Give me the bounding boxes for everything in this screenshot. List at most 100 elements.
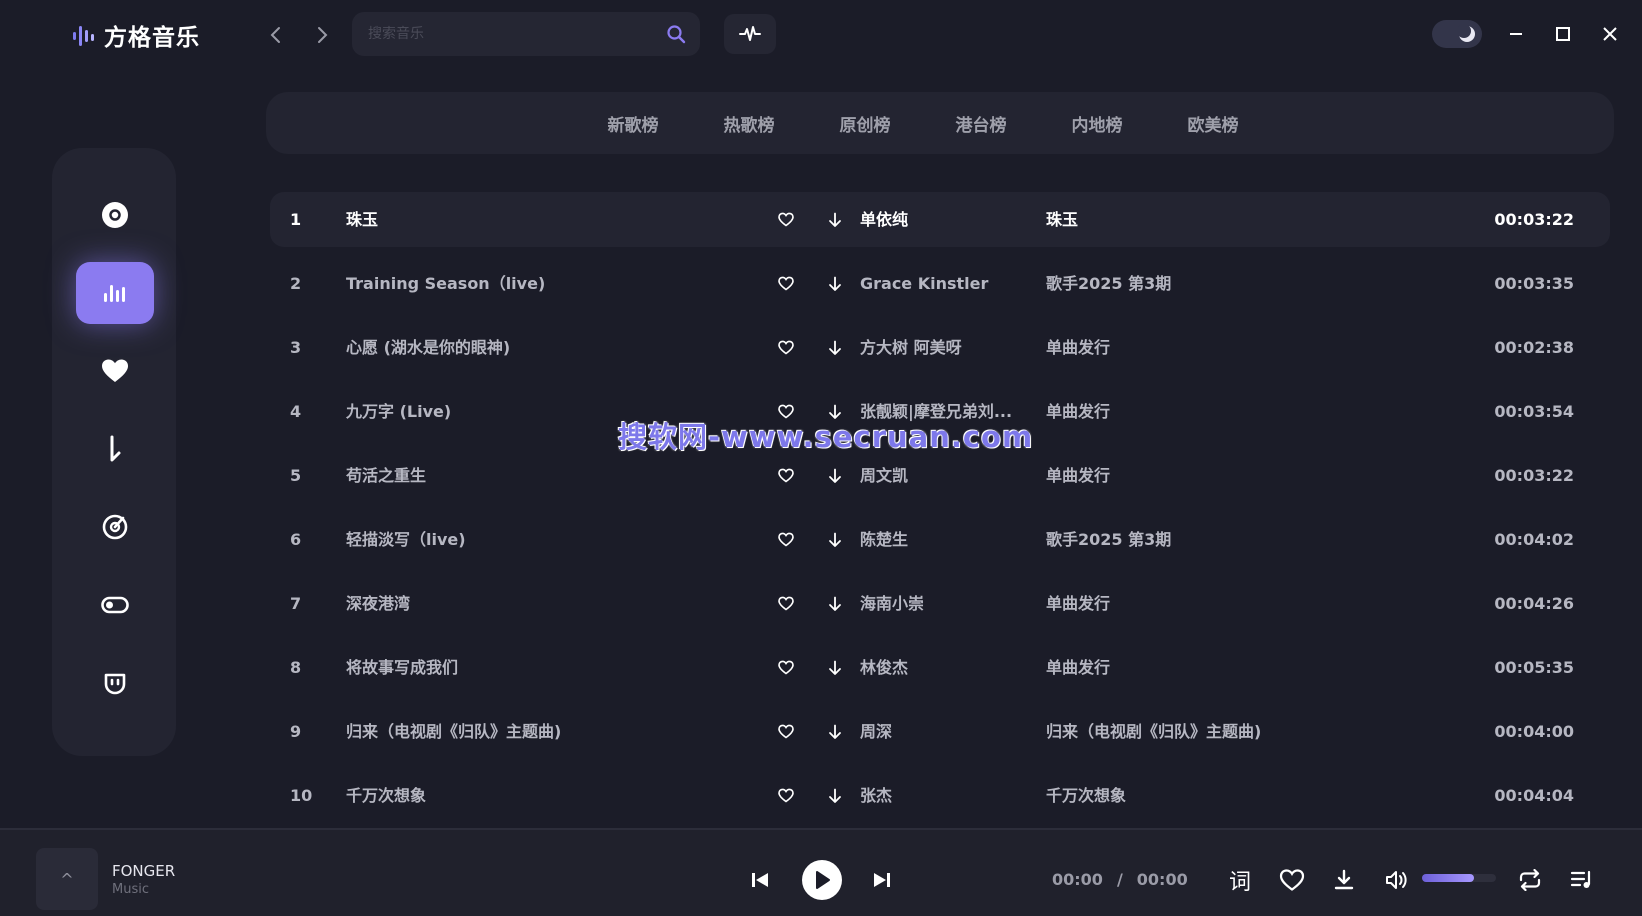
song-album[interactable]: 歌手2025 第3期 bbox=[1046, 256, 1346, 311]
next-button[interactable] bbox=[870, 868, 894, 892]
song-album[interactable]: 单曲发行 bbox=[1046, 384, 1346, 439]
repeat-button[interactable] bbox=[1516, 866, 1544, 894]
toggle-icon bbox=[101, 596, 129, 614]
song-artist[interactable]: 海南小崇 bbox=[860, 576, 1030, 631]
song-like-button[interactable] bbox=[778, 576, 798, 631]
song-artist[interactable]: 林俊杰 bbox=[860, 640, 1030, 695]
forward-button[interactable] bbox=[312, 24, 332, 46]
song-title[interactable]: 珠玉 bbox=[346, 192, 746, 247]
sidebar-item-discover[interactable] bbox=[76, 184, 154, 246]
sidebar-item-favorites[interactable] bbox=[76, 340, 154, 402]
song-like-button[interactable] bbox=[778, 320, 798, 375]
song-download-button[interactable] bbox=[828, 448, 848, 503]
song-artist[interactable]: 张杰 bbox=[860, 768, 1030, 823]
download-button[interactable] bbox=[1330, 866, 1358, 894]
sidebar-item-radar[interactable] bbox=[76, 496, 154, 558]
song-download-button[interactable] bbox=[828, 512, 848, 567]
song-title[interactable]: 心愿 (湖水是你的眼神) bbox=[346, 320, 746, 375]
song-title[interactable]: 深夜港湾 bbox=[346, 576, 746, 631]
song-row[interactable]: 5 苟活之重生 周文凯 单曲发行 00:03:22 bbox=[270, 448, 1610, 503]
song-row[interactable]: 8 将故事写成我们 林俊杰 单曲发行 00:05:35 bbox=[270, 640, 1610, 695]
song-album[interactable]: 单曲发行 bbox=[1046, 640, 1346, 695]
song-album[interactable]: 珠玉 bbox=[1046, 192, 1346, 247]
theme-toggle[interactable] bbox=[1432, 20, 1482, 48]
song-artist[interactable]: 方大树 阿美呀 bbox=[860, 320, 1030, 375]
tab-hk-tw[interactable]: 港台榜 bbox=[940, 111, 1022, 136]
song-download-button[interactable] bbox=[828, 320, 848, 375]
song-artist[interactable]: Grace Kinstler bbox=[860, 256, 1030, 311]
song-artist[interactable]: 陈楚生 bbox=[860, 512, 1030, 567]
song-like-button[interactable] bbox=[778, 512, 798, 567]
song-like-button[interactable] bbox=[778, 384, 798, 439]
sidebar-item-charts[interactable] bbox=[76, 262, 154, 324]
arrow-down-icon bbox=[829, 276, 841, 291]
song-artist[interactable]: 张靓颖|摩登兄弟刘... bbox=[860, 384, 1030, 439]
song-title[interactable]: 归来（电视剧《归队》主题曲) bbox=[346, 704, 746, 759]
song-like-button[interactable] bbox=[778, 768, 798, 823]
song-artist[interactable]: 周深 bbox=[860, 704, 1030, 759]
tab-mainland[interactable]: 内地榜 bbox=[1056, 111, 1138, 136]
song-title[interactable]: 将故事写成我们 bbox=[346, 640, 746, 695]
song-download-button[interactable] bbox=[828, 576, 848, 631]
back-button[interactable] bbox=[266, 24, 286, 46]
song-row[interactable]: 6 轻描淡写（live) 陈楚生 歌手2025 第3期 00:04:02 bbox=[270, 512, 1610, 567]
song-title[interactable]: 轻描淡写（live) bbox=[346, 512, 746, 567]
song-row[interactable]: 2 Training Season（live) Grace Kinstler 歌手20… bbox=[270, 256, 1610, 311]
song-download-button[interactable] bbox=[828, 704, 848, 759]
like-button[interactable] bbox=[1278, 866, 1306, 894]
song-album[interactable]: 归来（电视剧《归队》主题曲) bbox=[1046, 704, 1346, 759]
close-button[interactable] bbox=[1598, 22, 1622, 46]
previous-button[interactable] bbox=[748, 868, 772, 892]
song-album[interactable]: 歌手2025 第3期 bbox=[1046, 512, 1346, 567]
album-cover-button[interactable]: ^ bbox=[36, 848, 98, 910]
song-album[interactable]: 单曲发行 bbox=[1046, 448, 1346, 503]
song-like-button[interactable] bbox=[778, 256, 798, 311]
heart-outline-icon bbox=[778, 596, 794, 611]
song-row[interactable]: 9 归来（电视剧《归队》主题曲) 周深 归来（电视剧《归队》主题曲) 00:04:00 bbox=[270, 704, 1610, 759]
song-artist[interactable]: 单依纯 bbox=[860, 192, 1030, 247]
sidebar-item-assistant[interactable] bbox=[76, 652, 154, 714]
volume-button[interactable] bbox=[1382, 866, 1410, 894]
sidebar-item-downloads[interactable] bbox=[76, 418, 154, 480]
song-download-button[interactable] bbox=[828, 256, 848, 311]
song-album[interactable]: 千万次想象 bbox=[1046, 768, 1346, 823]
song-row[interactable]: 3 心愿 (湖水是你的眼神) 方大树 阿美呀 单曲发行 00:02:38 bbox=[270, 320, 1610, 375]
search-input[interactable] bbox=[368, 12, 658, 56]
song-album[interactable]: 单曲发行 bbox=[1046, 576, 1346, 631]
song-download-button[interactable] bbox=[828, 768, 848, 823]
song-like-button[interactable] bbox=[778, 704, 798, 759]
playlist-button[interactable] bbox=[1568, 866, 1596, 894]
minimize-button[interactable] bbox=[1504, 22, 1528, 46]
song-like-button[interactable] bbox=[778, 640, 798, 695]
lyrics-button[interactable]: 词 bbox=[1226, 866, 1254, 895]
song-row[interactable]: 7 深夜港湾 海南小崇 单曲发行 00:04:26 bbox=[270, 576, 1610, 631]
song-like-button[interactable] bbox=[778, 192, 798, 247]
arrow-down-icon bbox=[829, 404, 841, 419]
song-row[interactable]: 4 九万字 (Live) 张靓颖|摩登兄弟刘... 单曲发行 00:03:54 bbox=[270, 384, 1610, 439]
audio-wave-button[interactable] bbox=[724, 14, 776, 54]
song-title[interactable]: 苟活之重生 bbox=[346, 448, 746, 503]
song-download-button[interactable] bbox=[828, 384, 848, 439]
song-title[interactable]: Training Season（live) bbox=[346, 256, 746, 311]
heart-outline-icon bbox=[778, 212, 794, 227]
song-title[interactable]: 千万次想象 bbox=[346, 768, 746, 823]
song-row[interactable]: 1 珠玉 单依纯 珠玉 00:03:22 bbox=[270, 192, 1610, 247]
search-icon[interactable] bbox=[666, 24, 686, 44]
disc-icon bbox=[102, 202, 128, 228]
song-artist[interactable]: 周文凯 bbox=[860, 448, 1030, 503]
tab-new-songs[interactable]: 新歌榜 bbox=[592, 111, 674, 136]
play-button[interactable] bbox=[802, 860, 842, 900]
song-download-button[interactable] bbox=[828, 192, 848, 247]
sidebar-item-settings[interactable] bbox=[76, 574, 154, 636]
song-row[interactable]: 10 千万次想象 张杰 千万次想象 00:04:04 bbox=[270, 768, 1610, 823]
volume-level bbox=[1422, 874, 1474, 882]
volume-slider[interactable] bbox=[1422, 874, 1496, 882]
song-title[interactable]: 九万字 (Live) bbox=[346, 384, 746, 439]
tab-western[interactable]: 欧美榜 bbox=[1172, 111, 1254, 136]
maximize-button[interactable] bbox=[1551, 22, 1575, 46]
song-album[interactable]: 单曲发行 bbox=[1046, 320, 1346, 375]
song-download-button[interactable] bbox=[828, 640, 848, 695]
tab-hot-songs[interactable]: 热歌榜 bbox=[708, 111, 790, 136]
tab-original[interactable]: 原创榜 bbox=[824, 111, 906, 136]
song-like-button[interactable] bbox=[778, 448, 798, 503]
